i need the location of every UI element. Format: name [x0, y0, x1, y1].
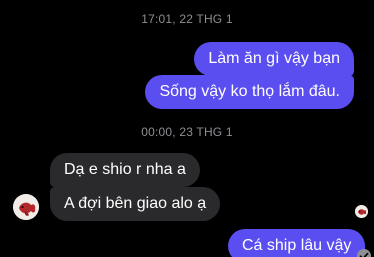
message-outgoing-3[interactable]: Cá ship lâu vậy [228, 229, 366, 257]
message-incoming-1[interactable]: Dạ e shio r nha a [50, 153, 200, 187]
message-outgoing-1[interactable]: Làm ăn gì vậy bạn [194, 42, 354, 76]
message-incoming-2[interactable]: A đợi bên giao alo ạ [50, 187, 221, 221]
betta-fish-icon [13, 194, 39, 220]
betta-fish-mini-icon [355, 205, 368, 218]
seen-avatar-icon [355, 205, 368, 218]
chat-thread: 17:01, 22 THG 1 Làm ăn gì vậy bạn Sống v… [0, 0, 374, 257]
sent-check-icon [357, 249, 371, 257]
date-separator-1: 17:01, 22 THG 1 [141, 12, 233, 26]
message-outgoing-2[interactable]: Sống vậy ko thọ lắm đâu. [145, 75, 354, 109]
contact-avatar-icon[interactable] [13, 194, 39, 220]
date-separator-2: 00:00, 23 THG 1 [141, 125, 233, 139]
